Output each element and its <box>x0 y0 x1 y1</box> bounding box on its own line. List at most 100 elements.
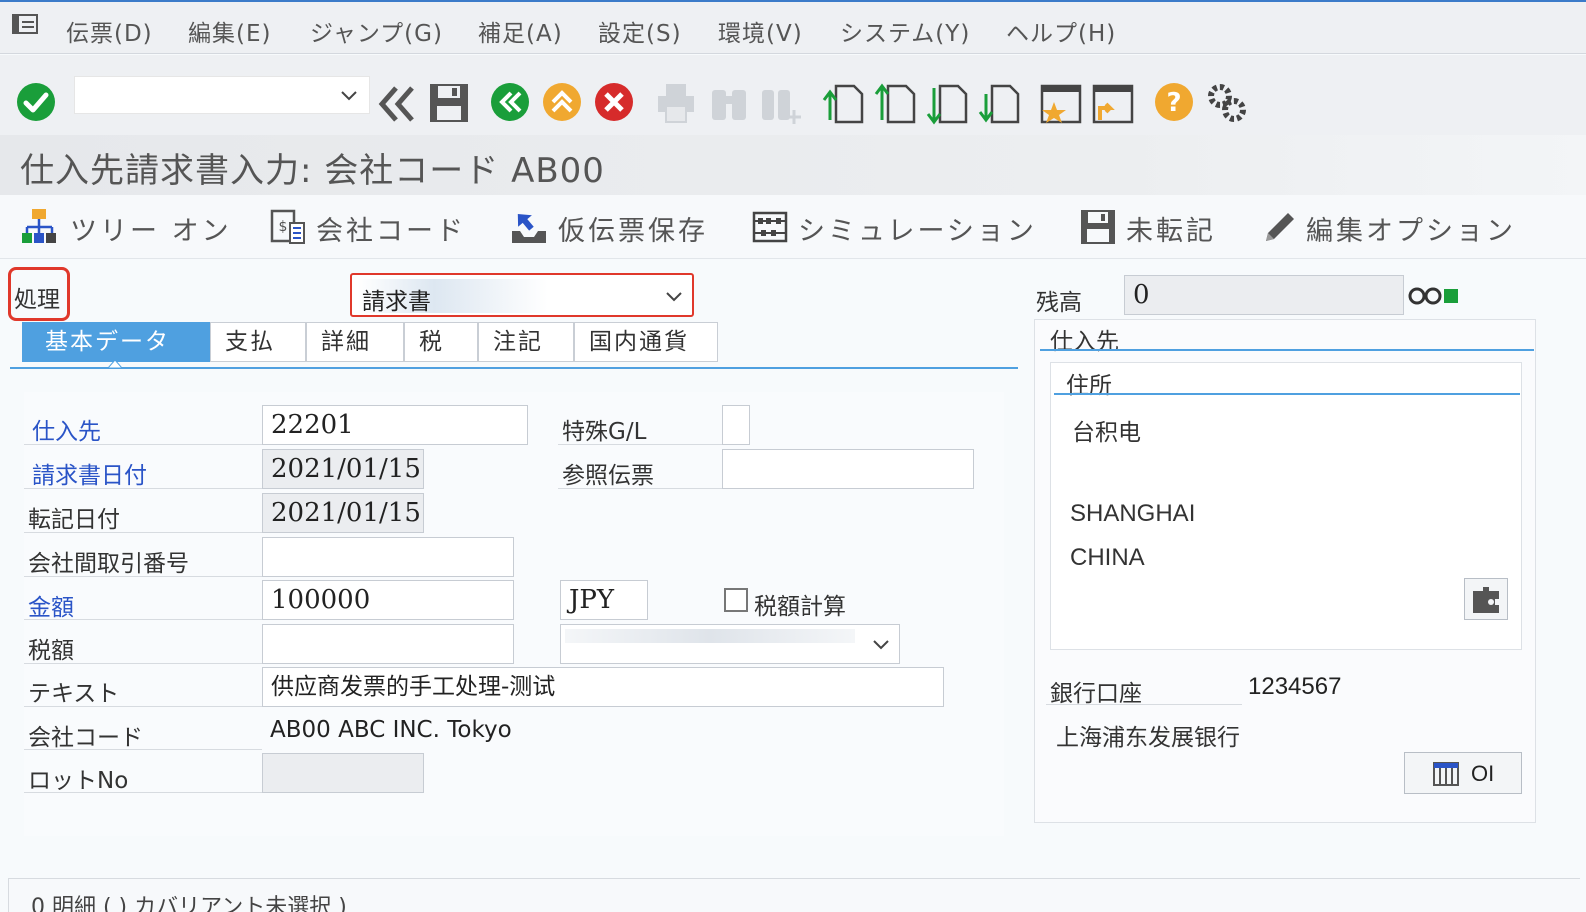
settings-gear-icon[interactable] <box>1206 82 1250 126</box>
address-underline <box>1054 393 1520 395</box>
tab-payment[interactable]: 支払 <box>210 322 306 362</box>
calculate-tax-checkbox[interactable] <box>724 588 748 612</box>
company-code-value: AB00 ABC INC. Tokyo <box>270 717 512 743</box>
bank-account-value: 1234567 <box>1248 673 1342 700</box>
reference-input[interactable] <box>722 449 974 489</box>
lot-number-input[interactable] <box>262 753 424 793</box>
divider <box>24 488 262 489</box>
line-items-summary: 0 明細 ( ) カバリアント未選択 ) <box>31 895 347 912</box>
print-icon <box>658 84 694 123</box>
company-code-label: 会社コード <box>28 725 143 751</box>
menu-extras[interactable]: 補足(A) <box>478 14 563 48</box>
chevron-down-icon[interactable] <box>664 287 684 307</box>
pencil-icon <box>1266 213 1294 241</box>
vendor-label[interactable]: 仕入先 <box>32 412 101 446</box>
tree-on-label: ツリー オン <box>70 216 232 247</box>
menu-help[interactable]: ヘルプ(H) <box>1006 14 1116 48</box>
line-items-section: 0 明細 ( ) カバリアント未選択 ) <box>8 878 1580 912</box>
divider <box>558 488 722 489</box>
save-icon[interactable] <box>428 82 472 126</box>
simulation-label: シミュレーション <box>798 216 1037 247</box>
invoice-date-label[interactable]: 請求書日付 <box>32 456 147 490</box>
amount-label[interactable]: 金額 <box>28 588 74 622</box>
tab-tax[interactable]: 税 <box>404 322 478 362</box>
menu-environment[interactable]: 環境(V) <box>718 14 803 48</box>
divider <box>24 792 262 793</box>
first-page-icon[interactable] <box>822 82 866 126</box>
page-title: 仕入先請求書入力: 会社コード AB00 <box>20 151 605 191</box>
hold-save-icon <box>1081 210 1115 244</box>
special-gl-input[interactable] <box>722 405 750 445</box>
tab-local-currency[interactable]: 国内通貨 <box>574 322 718 362</box>
abacus-icon <box>752 211 788 243</box>
svg-text:$: $ <box>279 219 288 235</box>
back-icon[interactable] <box>490 82 534 126</box>
cancel-icon[interactable] <box>594 82 638 126</box>
create-bookmark-icon[interactable] <box>1040 82 1084 126</box>
bank-name: 上海浦东发展银行 <box>1056 725 1240 751</box>
address-detail-button[interactable] <box>1464 578 1508 620</box>
hold-label: 未転記 <box>1126 216 1216 247</box>
tax-amount-input[interactable] <box>262 624 514 664</box>
tree-on-button[interactable]: ツリー オン <box>22 207 232 247</box>
transaction-label: 処理 <box>14 287 60 313</box>
next-page-icon[interactable] <box>926 82 970 126</box>
previous-page-icon[interactable] <box>874 82 918 126</box>
menu-goto[interactable]: ジャンプ(G) <box>310 14 443 48</box>
reference-label: 参照伝票 <box>562 463 654 489</box>
command-field[interactable] <box>74 76 370 114</box>
title-bar: 仕入先請求書入力: 会社コード AB00 <box>0 135 1586 195</box>
edit-options-button[interactable]: 編集オプション <box>1262 207 1552 247</box>
menu-system[interactable]: システム(Y) <box>840 14 970 48</box>
transaction-select[interactable]: 請求書 <box>350 273 694 317</box>
vendor-input[interactable]: 22201 <box>262 405 528 445</box>
simulation-button[interactable]: シミュレーション <box>752 207 1042 247</box>
open-items-button[interactable]: OI <box>1404 752 1522 794</box>
text-input[interactable]: 供应商发票的手工处理-测试 <box>262 667 944 707</box>
amount-input[interactable]: 100000 <box>262 580 514 620</box>
find-icon <box>712 90 746 120</box>
vendor-country: CHINA <box>1070 544 1145 571</box>
vendor-name: 台积电 <box>1072 420 1141 446</box>
chevron-down-icon[interactable] <box>871 635 891 655</box>
invoice-date-input[interactable]: 2021/01/15 <box>262 449 424 489</box>
standard-toolbar: ? <box>0 55 1586 135</box>
company-code-button[interactable]: $ 会社コード <box>270 207 470 247</box>
tab-details[interactable]: 詳細 <box>306 322 404 362</box>
tab-basic-data[interactable]: 基本データ <box>22 322 210 362</box>
park-document-button[interactable]: 仮伝票保存 <box>510 207 710 247</box>
park-label: 仮伝票保存 <box>558 216 708 247</box>
exit-icon[interactable] <box>542 82 586 126</box>
find-next-icon <box>762 90 801 124</box>
enter-check-icon[interactable] <box>16 82 60 126</box>
bank-account-label: 銀行口座 <box>1050 681 1142 707</box>
special-gl-label: 特殊G/L <box>562 419 647 445</box>
last-page-icon[interactable] <box>978 82 1022 126</box>
company-code-icon: $ <box>270 209 305 244</box>
divider <box>24 619 262 620</box>
vendor-panel-underline <box>1040 349 1534 351</box>
collapse-double-left-icon[interactable] <box>376 82 420 126</box>
tab-underline <box>10 367 1018 369</box>
generate-shortcut-icon[interactable] <box>1092 82 1136 126</box>
menu-edit[interactable]: 編集(E) <box>188 14 271 48</box>
menu-settings[interactable]: 設定(S) <box>598 14 682 48</box>
puzzle-icon <box>1473 587 1499 613</box>
balance-label: 残高 <box>1036 290 1082 316</box>
menu-bar: 伝票(D) 編集(E) ジャンプ(G) 補足(A) 設定(S) 環境(V) シス… <box>0 0 1586 54</box>
divider <box>24 444 262 445</box>
help-icon[interactable]: ? <box>1154 82 1198 126</box>
cross-company-input[interactable] <box>262 537 514 577</box>
hold-button[interactable]: 未転記 <box>1080 207 1230 247</box>
open-items-icon <box>1433 762 1459 786</box>
tax-code-select[interactable] <box>560 624 900 664</box>
chevron-down-icon[interactable] <box>339 85 359 105</box>
menu-icon[interactable] <box>12 14 42 36</box>
transaction-value: 請求書 <box>362 289 431 315</box>
menu-document[interactable]: 伝票(D) <box>66 14 153 48</box>
posting-date-input[interactable]: 2021/01/15 <box>262 493 424 533</box>
tab-pointer-icon <box>108 360 122 368</box>
currency-input[interactable]: JPY <box>560 580 648 620</box>
balance-value: 0 <box>1124 275 1404 315</box>
tab-notes[interactable]: 注記 <box>478 322 574 362</box>
